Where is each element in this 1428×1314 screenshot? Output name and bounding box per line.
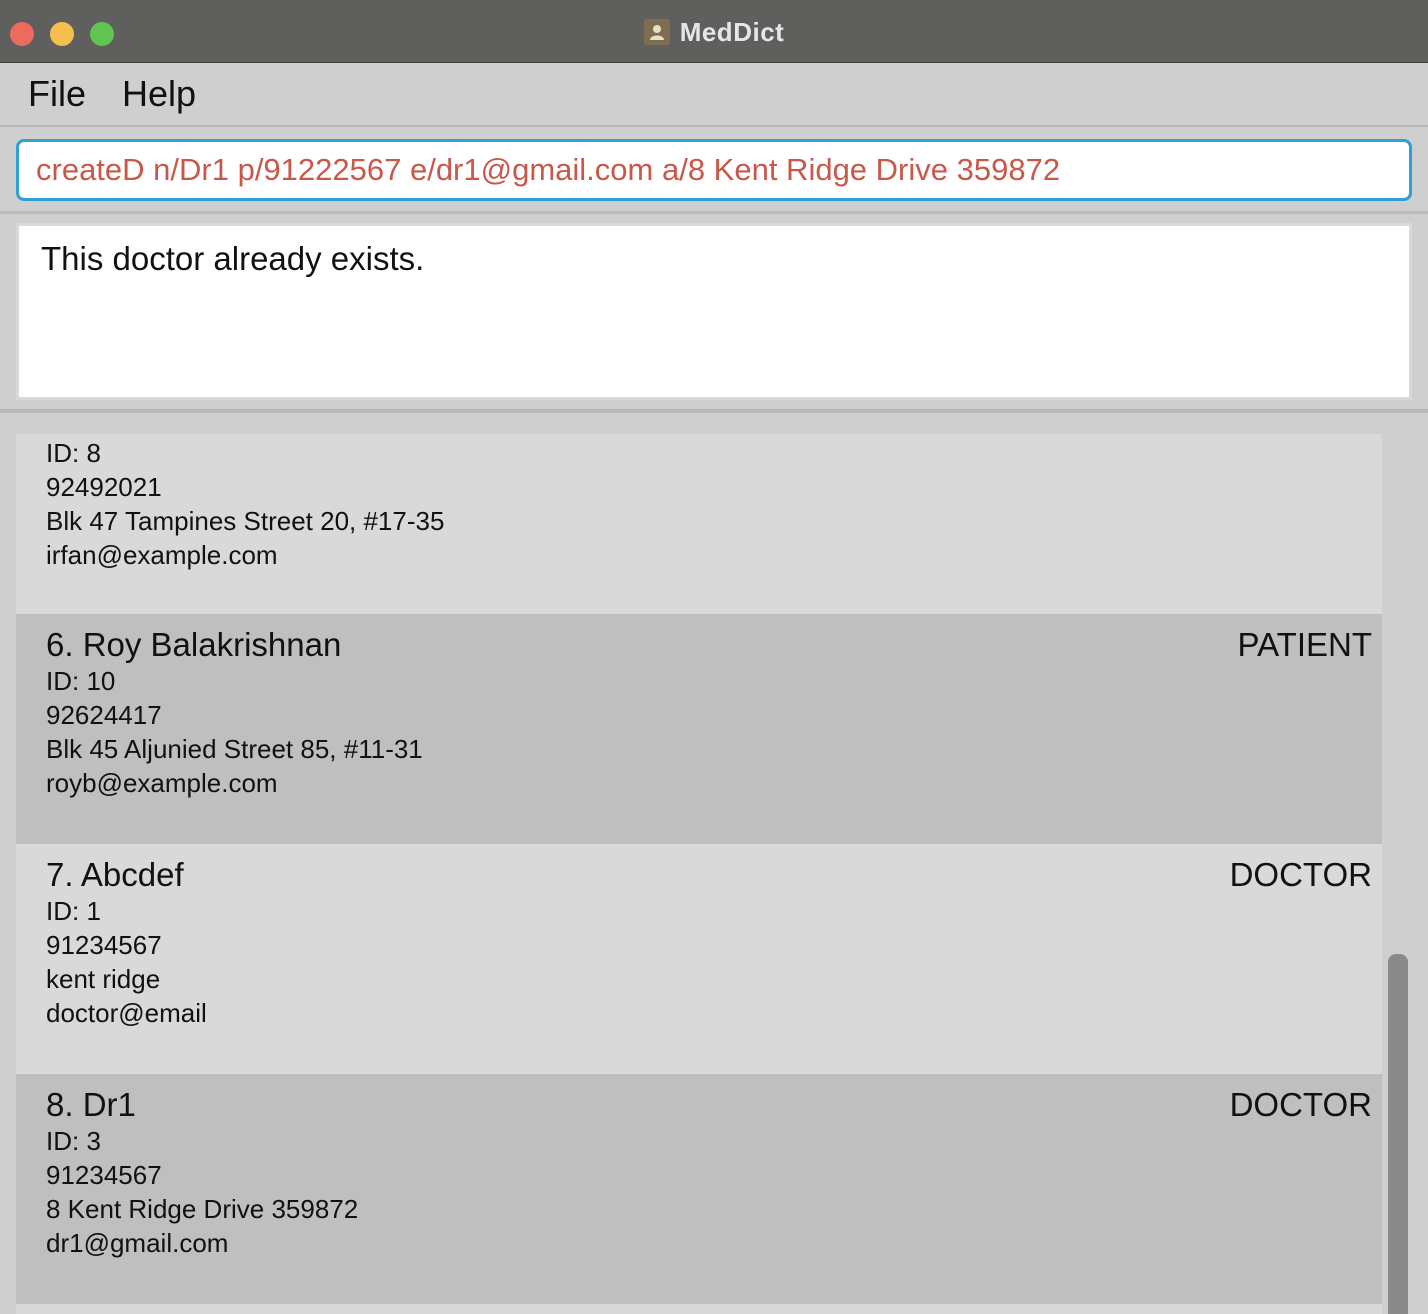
person-id: ID: 3 (46, 1126, 101, 1156)
person-email: irfan@example.com (46, 540, 278, 570)
list-scrollbar[interactable] (1388, 954, 1408, 1314)
command-input[interactable] (19, 142, 1409, 198)
person-address: kent ridge (46, 964, 161, 994)
result-display: This doctor already exists. (16, 223, 1412, 400)
person-email: royb@example.com (46, 768, 278, 798)
person-phone: 92492021 (46, 472, 162, 502)
person-card[interactable]: 8. Dr1 DOCTOR ID: 3 91234567 8 Kent Ridg… (16, 1074, 1382, 1304)
person-name: 8. Dr1 (46, 1086, 136, 1123)
person-id: ID: 1 (46, 896, 101, 926)
person-role-badge: PATIENT (1237, 626, 1372, 663)
person-phone: 91234567 (46, 930, 162, 960)
person-card[interactable]: 7. Abcdef DOCTOR ID: 1 91234567 kent rid… (16, 844, 1382, 1074)
result-message: This doctor already exists. (41, 240, 425, 277)
person-id: ID: 8 (46, 438, 101, 468)
person-name: 7. Abcdef (46, 856, 184, 893)
person-email: doctor@email (46, 998, 207, 1028)
person-address: 8 Kent Ridge Drive 359872 (46, 1194, 359, 1224)
person-address: Blk 45 Aljunied Street 85, #11-31 (46, 734, 423, 764)
person-phone: 92624417 (46, 700, 162, 730)
divider (0, 409, 1428, 413)
window-title: MedDict (0, 14, 1428, 50)
menu-help[interactable]: Help (122, 73, 196, 115)
window-title-text: MedDict (679, 16, 785, 47)
person-email: dr1@gmail.com (46, 1228, 229, 1258)
person-role-badge: DOCTOR (1229, 856, 1372, 893)
person-card[interactable]: 6. Roy Balakrishnan PATIENT ID: 10 92624… (16, 614, 1382, 844)
divider (0, 211, 1428, 214)
person-role-badge: DOCTOR (1229, 1086, 1372, 1123)
person-id: ID: 10 (46, 666, 116, 696)
person-name: 6. Roy Balakrishnan (46, 626, 342, 663)
menu-bar: File Help (0, 63, 1428, 127)
person-phone: 91234567 (46, 1160, 162, 1190)
person-card[interactable]: ID: 8 92492021 Blk 47 Tampines Street 20… (16, 434, 1382, 614)
person-list[interactable]: ID: 8 92492021 Blk 47 Tampines Street 20… (16, 434, 1382, 1314)
menu-file[interactable]: File (28, 73, 86, 115)
title-bar: MedDict (0, 0, 1428, 63)
person-card[interactable] (16, 1304, 1382, 1314)
command-box (16, 139, 1412, 201)
contact-book-icon (643, 19, 670, 45)
person-address: Blk 47 Tampines Street 20, #17-35 (46, 506, 445, 536)
